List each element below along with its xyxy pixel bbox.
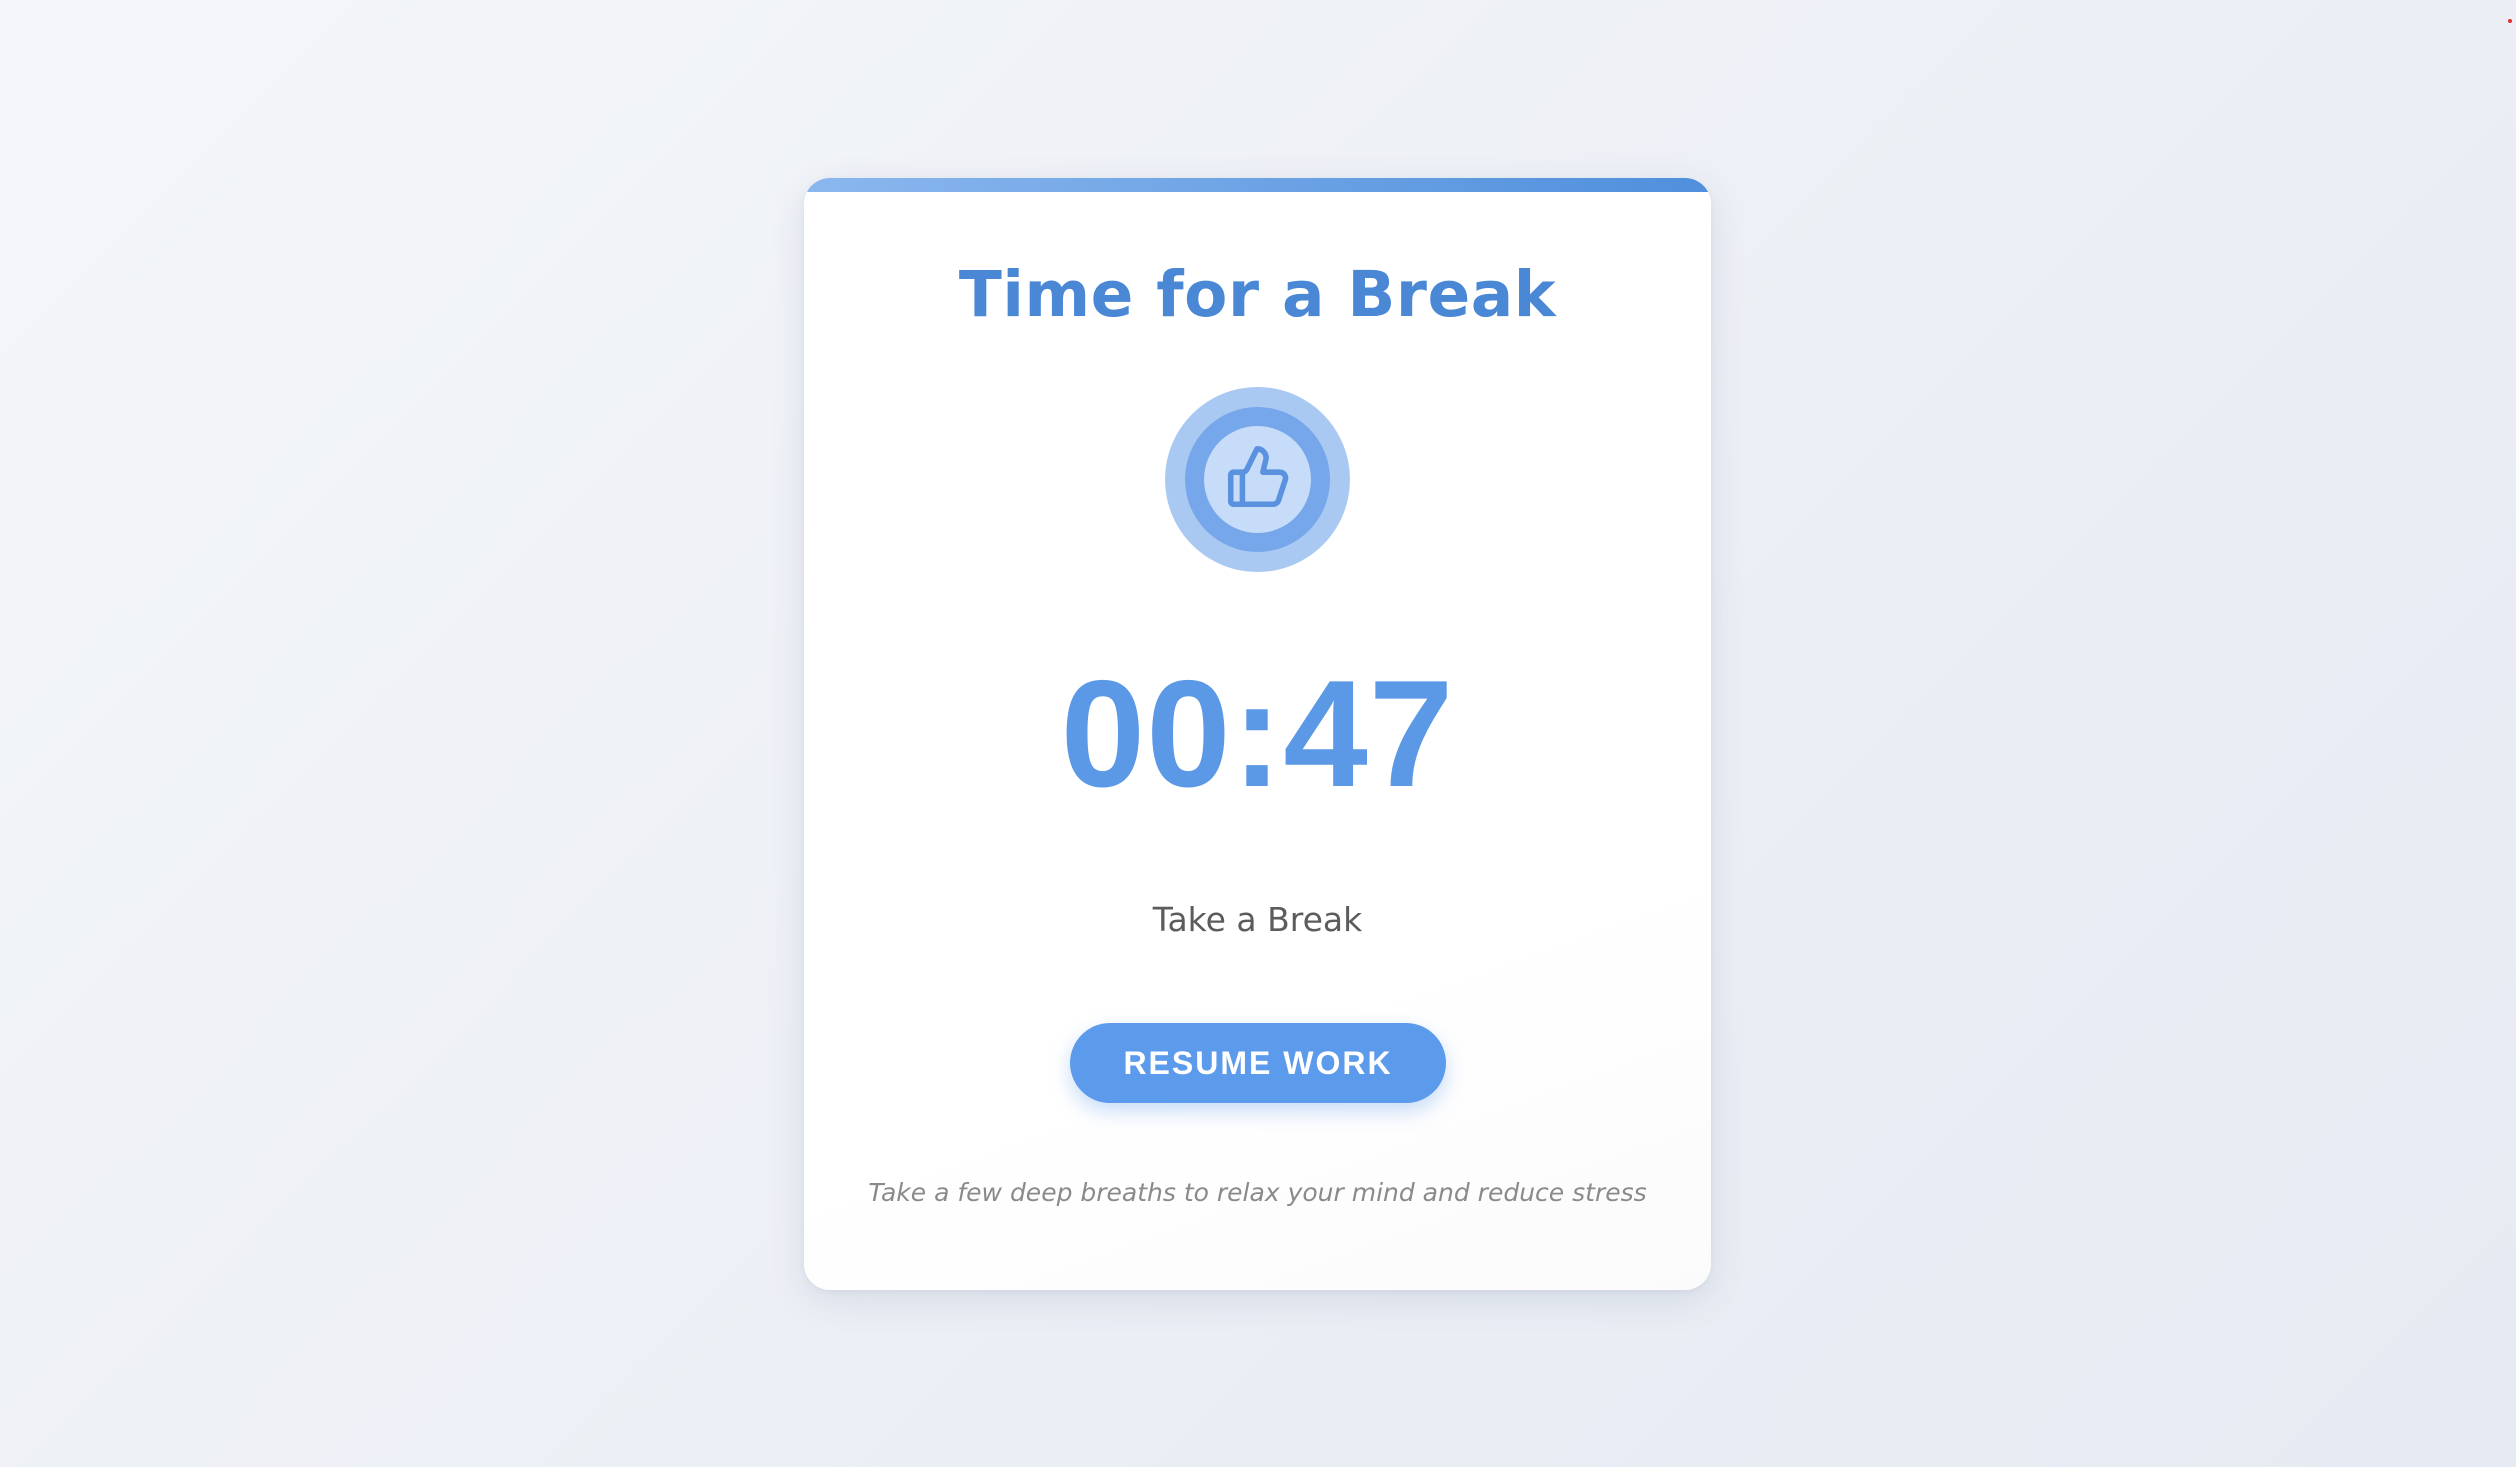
thumbs-up-icon (1227, 446, 1289, 508)
resume-work-button[interactable]: RESUME WORK (1070, 1023, 1446, 1103)
corner-indicator-dot (2508, 19, 2512, 23)
icon-ring (1185, 407, 1330, 552)
card-accent-bar (804, 178, 1711, 192)
countdown-timer: 00:47 (1060, 649, 1455, 819)
card-title: Time for a Break (958, 258, 1557, 331)
relaxation-tip: Take a few deep breaths to relax your mi… (868, 1178, 1647, 1207)
break-icon-badge (1165, 387, 1350, 572)
icon-core (1204, 426, 1311, 533)
break-status-label: Take a Break (1152, 900, 1363, 939)
break-card: Time for a Break 00:47 Take a Break RESU… (804, 178, 1711, 1290)
